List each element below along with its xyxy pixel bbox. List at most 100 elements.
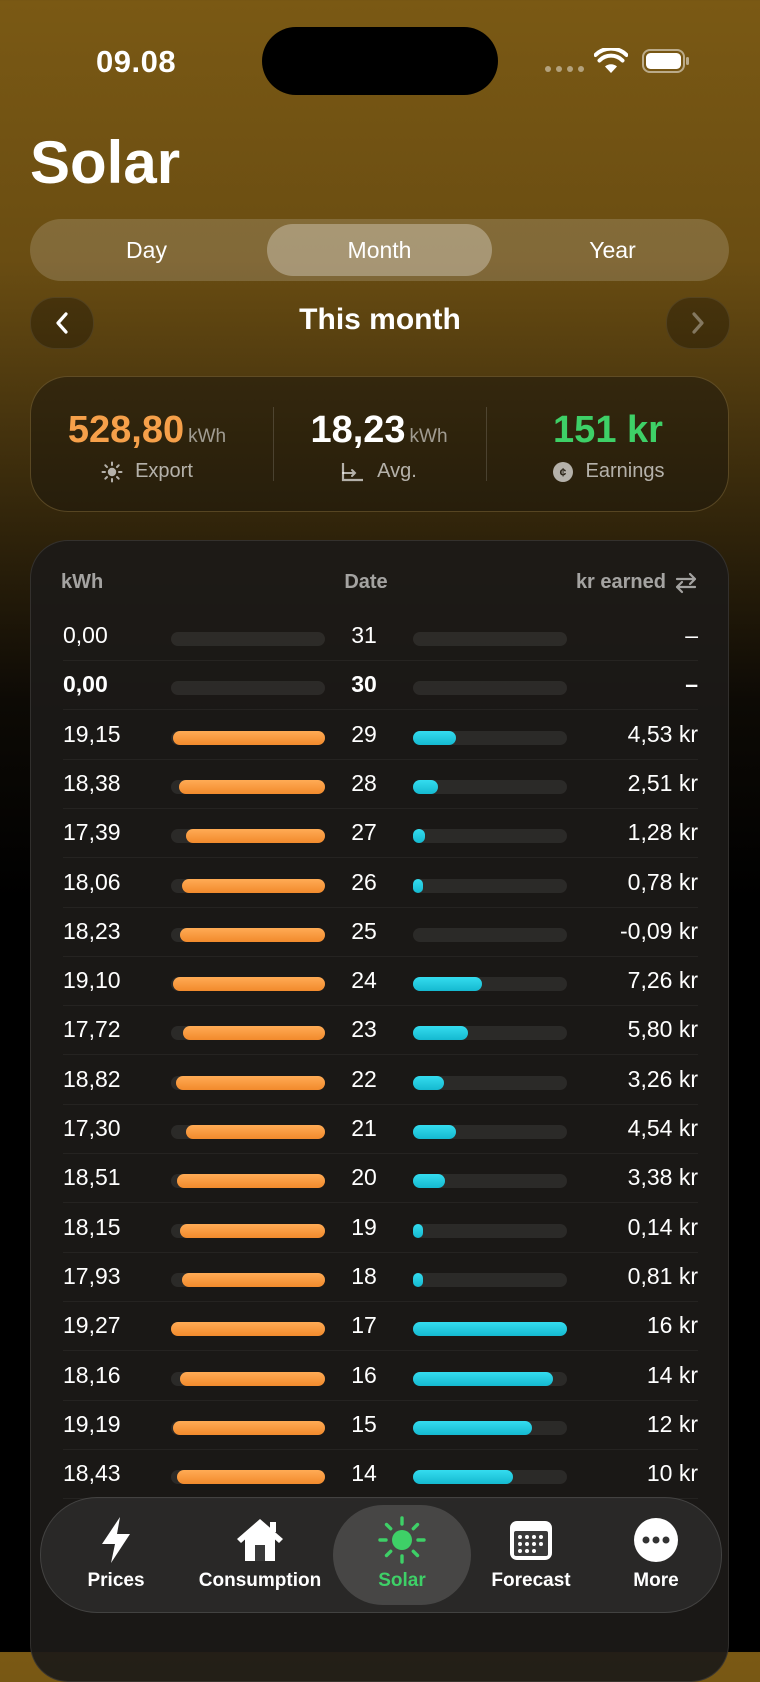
- tab-consumption[interactable]: Consumption: [191, 1498, 329, 1612]
- row-earned: –: [685, 671, 698, 698]
- row-earned: 10 kr: [646, 1460, 698, 1487]
- segment-day[interactable]: Day: [30, 219, 263, 281]
- svg-text:¢: ¢: [559, 465, 566, 479]
- earnings-label: Earnings: [585, 460, 665, 482]
- export-label: Export: [135, 460, 193, 482]
- kwh-bar-track: [171, 779, 325, 794]
- earnings-stat: 151 kr ¢ Earnings: [488, 377, 728, 511]
- tab-prices[interactable]: Prices: [41, 1498, 191, 1612]
- row-date: 16: [351, 1361, 377, 1388]
- table-row[interactable]: 18,38 28 2,51 kr: [31, 760, 728, 809]
- table-row[interactable]: 19,19 15 12 kr: [31, 1401, 728, 1450]
- kwh-bar-track: [171, 1272, 325, 1287]
- row-earned: 3,26 kr: [627, 1065, 698, 1092]
- row-date: 24: [351, 967, 377, 994]
- earn-bar-track: [413, 1272, 567, 1287]
- table-row[interactable]: 18,43 14 10 kr: [31, 1450, 728, 1500]
- kwh-bar: [176, 1075, 325, 1090]
- row-date: 27: [351, 819, 377, 846]
- segment-month[interactable]: Month: [267, 219, 492, 281]
- tab-more[interactable]: More: [591, 1498, 721, 1612]
- row-earned: 0,78 kr: [627, 868, 698, 895]
- earn-bar-track: [413, 1223, 567, 1238]
- kwh-bar-track: [171, 632, 325, 646]
- earn-bar: [413, 1272, 423, 1287]
- earn-bar-track: [413, 1075, 567, 1090]
- kwh-bar-track: [171, 1322, 325, 1337]
- header-kwh: kWh: [61, 571, 104, 593]
- table-row[interactable]: 17,72 23 5,80 kr: [31, 1006, 728, 1056]
- tab-solar[interactable]: Solar: [333, 1498, 471, 1612]
- table-row[interactable]: 19,10 24 7,26 kr: [31, 957, 728, 1007]
- segment-year[interactable]: Year: [496, 219, 729, 281]
- table-row[interactable]: 18,23 25 -0,09 kr: [31, 908, 728, 957]
- earn-bar-track: [413, 632, 567, 646]
- header-earned-toggle[interactable]: kr earned: [576, 571, 698, 594]
- table-row[interactable]: 17,93 18 0,81 kr: [31, 1253, 728, 1302]
- kwh-bar-track: [171, 1371, 325, 1386]
- row-date: 29: [351, 720, 377, 747]
- table-row[interactable]: 18,06 26 0,78 kr: [31, 859, 728, 908]
- kwh-bar-track: [171, 730, 325, 745]
- table-row[interactable]: 18,15 19 0,14 kr: [31, 1204, 728, 1253]
- kwh-bar: [180, 1371, 325, 1386]
- ellipsis-icon: [634, 1518, 678, 1562]
- row-kwh: 18,16: [63, 1361, 121, 1388]
- row-kwh: 17,39: [63, 819, 121, 846]
- tab-label: More: [633, 1570, 679, 1591]
- row-earned: 16 kr: [646, 1312, 698, 1339]
- row-earned: 4,53 kr: [627, 720, 698, 747]
- chevron-right-icon: [692, 312, 704, 334]
- table-row[interactable]: 18,51 20 3,38 kr: [31, 1154, 728, 1204]
- table-row[interactable]: 19,27 17 16 kr: [31, 1302, 728, 1352]
- kwh-bar: [173, 1420, 325, 1435]
- row-date: 17: [351, 1312, 377, 1339]
- row-earned: 12 kr: [646, 1410, 698, 1437]
- earn-bar: [413, 779, 438, 794]
- row-earned: -0,09 kr: [620, 917, 698, 944]
- kwh-bar: [180, 927, 325, 942]
- row-date: 15: [351, 1410, 377, 1437]
- earn-bar: [413, 730, 456, 745]
- table-row[interactable]: 18,82 22 3,26 kr: [31, 1056, 728, 1105]
- kwh-bar: [173, 977, 325, 992]
- page-title: Solar: [30, 129, 181, 196]
- row-kwh: 17,72: [63, 1016, 121, 1043]
- tab-forecast[interactable]: Forecast: [471, 1498, 591, 1612]
- earn-bar: [413, 1470, 513, 1485]
- period-label: This month: [299, 303, 461, 336]
- earn-bar: [413, 1026, 468, 1041]
- earn-bar: [413, 1075, 444, 1090]
- coin-icon: ¢: [552, 461, 573, 482]
- row-earned: 4,54 kr: [627, 1115, 698, 1141]
- kwh-bar-track: [171, 1174, 325, 1189]
- row-kwh: 18,23: [63, 917, 121, 944]
- table-row[interactable]: 19,15 29 4,53 kr: [31, 711, 728, 760]
- kwh-bar-track: [171, 1223, 325, 1238]
- row-kwh: 18,06: [63, 868, 121, 895]
- table-row[interactable]: 17,30 21 4,54 kr: [31, 1105, 728, 1154]
- table-row[interactable]: 0,00 31 –: [31, 612, 728, 661]
- table-row[interactable]: 0,00 30 –: [31, 661, 728, 711]
- earn-bar: [413, 977, 482, 992]
- chart-axis-icon: [342, 462, 364, 481]
- earn-bar-track: [413, 1125, 567, 1139]
- sun-icon: [101, 461, 123, 482]
- row-kwh: 19,10: [63, 967, 121, 994]
- table-row[interactable]: 18,16 16 14 kr: [31, 1352, 728, 1401]
- next-period-button[interactable]: [666, 297, 730, 349]
- row-date: 28: [351, 769, 377, 796]
- kwh-bar-track: [171, 1026, 325, 1041]
- kwh-bar: [183, 1026, 325, 1041]
- kwh-bar-track: [171, 681, 325, 696]
- house-icon: [237, 1519, 283, 1561]
- row-date: 20: [351, 1164, 377, 1191]
- row-earned: 2,51 kr: [627, 769, 698, 796]
- earn-bar-track: [413, 1470, 567, 1485]
- kwh-bar: [171, 1322, 325, 1337]
- cellular-signal-icon: [545, 66, 584, 72]
- row-kwh: 17,30: [63, 1115, 121, 1141]
- tab-label: Prices: [87, 1570, 145, 1591]
- kwh-bar-track: [171, 1075, 325, 1090]
- table-row[interactable]: 17,39 27 1,28 kr: [31, 809, 728, 859]
